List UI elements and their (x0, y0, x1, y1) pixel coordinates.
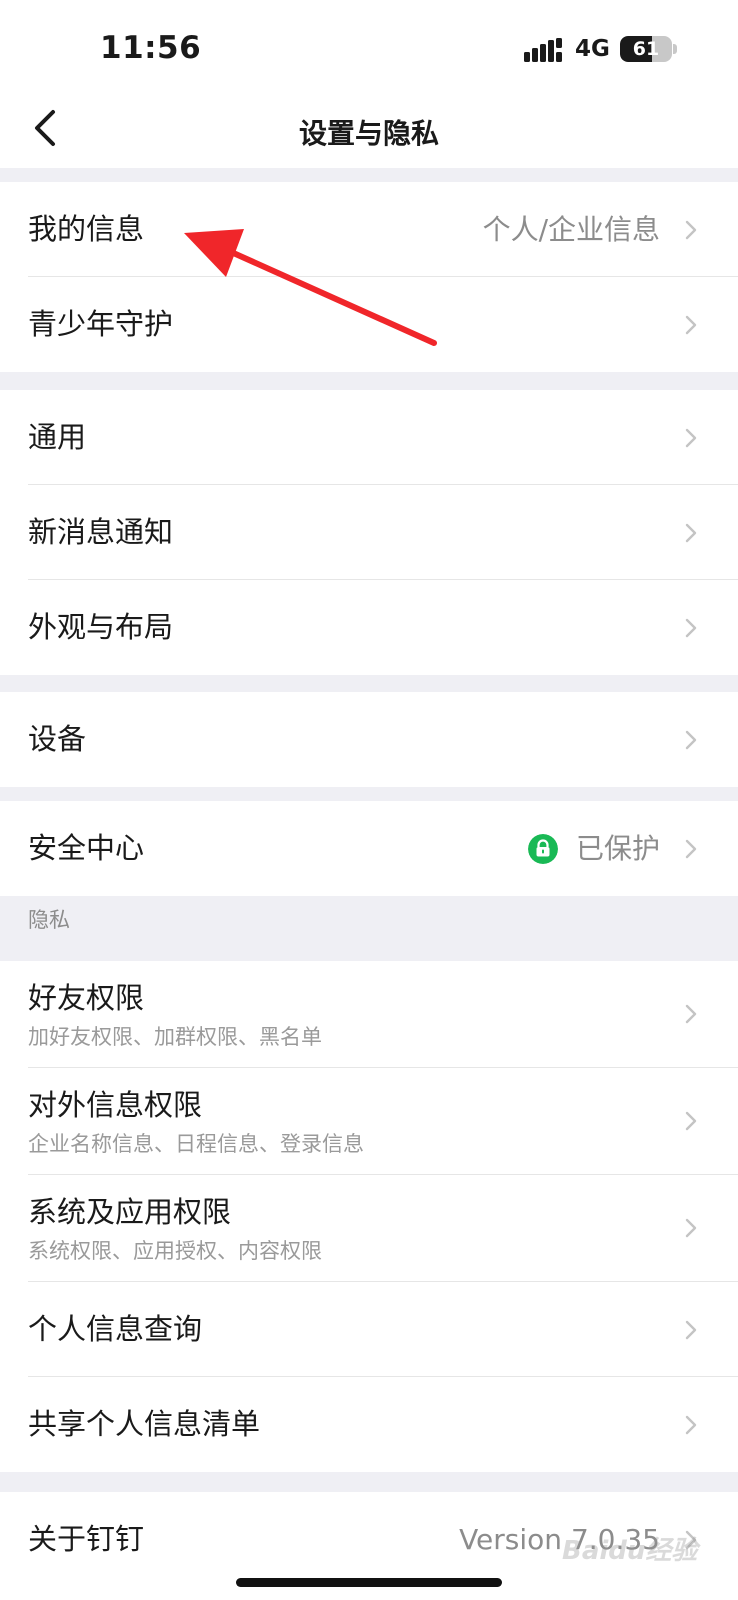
row-label: 系统及应用权限 (28, 1195, 232, 1229)
row-label: 安全中心 (28, 831, 145, 865)
row-label: 关于钉钉 (28, 1522, 145, 1556)
row-label: 青少年守护 (28, 307, 174, 341)
row-subtitle: 企业名称信息、日程信息、登录信息 (28, 1132, 364, 1156)
signal-strength-icon (524, 38, 562, 62)
chevron-right-icon (685, 618, 697, 638)
group-security: 安全中心 已保护 (0, 801, 738, 896)
appearance-row[interactable]: 外观与布局 (0, 580, 738, 675)
row-label: 我的信息 (28, 212, 145, 246)
device-row[interactable]: 设备 (0, 692, 738, 787)
home-indicator[interactable] (236, 1578, 502, 1587)
general-row[interactable]: 通用 (0, 390, 738, 485)
lock-icon (528, 834, 558, 864)
row-label: 新消息通知 (28, 515, 174, 549)
chevron-right-icon (685, 1415, 697, 1435)
status-bar: 11:56 4G 61 (0, 0, 738, 90)
chevron-right-icon (685, 1218, 697, 1238)
row-label: 对外信息权限 (28, 1088, 203, 1122)
group-device: 设备 (0, 692, 738, 787)
chevron-right-icon (685, 1004, 697, 1024)
settings-privacy-screen: 11:56 4G 61 设置与隐私 我的信息 个人/企业信息 青少年守护 通用 … (0, 0, 738, 1600)
group-privacy: 好友权限 加好友权限、加群权限、黑名单 对外信息权限 企业名称信息、日程信息、登… (0, 961, 738, 1472)
page-title: 设置与隐私 (298, 117, 439, 150)
system-app-permission-row[interactable]: 系统及应用权限 系统权限、应用授权、内容权限 (0, 1175, 738, 1282)
watermark-logo: Baidu经验 (562, 1536, 698, 1566)
external-info-permission-row[interactable]: 对外信息权限 企业名称信息、日程信息、登录信息 (0, 1068, 738, 1175)
row-value: 个人/企业信息 (482, 213, 660, 246)
chevron-right-icon (685, 1111, 697, 1131)
chevron-right-icon (685, 839, 697, 859)
chevron-right-icon (685, 523, 697, 543)
row-label: 个人信息查询 (28, 1312, 203, 1346)
row-label: 外观与布局 (28, 610, 174, 644)
group-profile: 我的信息 个人/企业信息 青少年守护 (0, 182, 738, 372)
chevron-right-icon (685, 730, 697, 750)
row-value: 已保护 (575, 832, 660, 865)
row-label: 设备 (28, 722, 87, 756)
notification-row[interactable]: 新消息通知 (0, 485, 738, 580)
chevron-right-icon (685, 1320, 697, 1340)
status-time: 11:56 (100, 30, 202, 66)
row-label: 通用 (28, 420, 87, 454)
teen-guard-row[interactable]: 青少年守护 (0, 277, 738, 372)
shared-info-list-row[interactable]: 共享个人信息清单 (0, 1377, 738, 1472)
row-label: 好友权限 (28, 981, 145, 1015)
friend-permission-row[interactable]: 好友权限 加好友权限、加群权限、黑名单 (0, 961, 738, 1068)
row-subtitle: 系统权限、应用授权、内容权限 (28, 1239, 322, 1263)
chevron-right-icon (685, 428, 697, 448)
chevron-right-icon (685, 220, 697, 240)
group-general: 通用 新消息通知 外观与布局 (0, 390, 738, 675)
battery-icon: 61 (620, 36, 672, 62)
network-type: 4G (575, 36, 610, 62)
my-info-row[interactable]: 我的信息 个人/企业信息 (0, 182, 738, 277)
battery-cap (673, 44, 677, 54)
personal-info-query-row[interactable]: 个人信息查询 (0, 1282, 738, 1377)
privacy-section-header: 隐私 (28, 908, 70, 932)
chevron-right-icon (685, 315, 697, 335)
security-center-row[interactable]: 安全中心 已保护 (0, 801, 738, 896)
row-label: 共享个人信息清单 (28, 1407, 261, 1441)
nav-bar: 设置与隐私 (0, 90, 738, 168)
row-subtitle: 加好友权限、加群权限、黑名单 (28, 1025, 322, 1049)
battery-percent: 61 (632, 38, 660, 60)
